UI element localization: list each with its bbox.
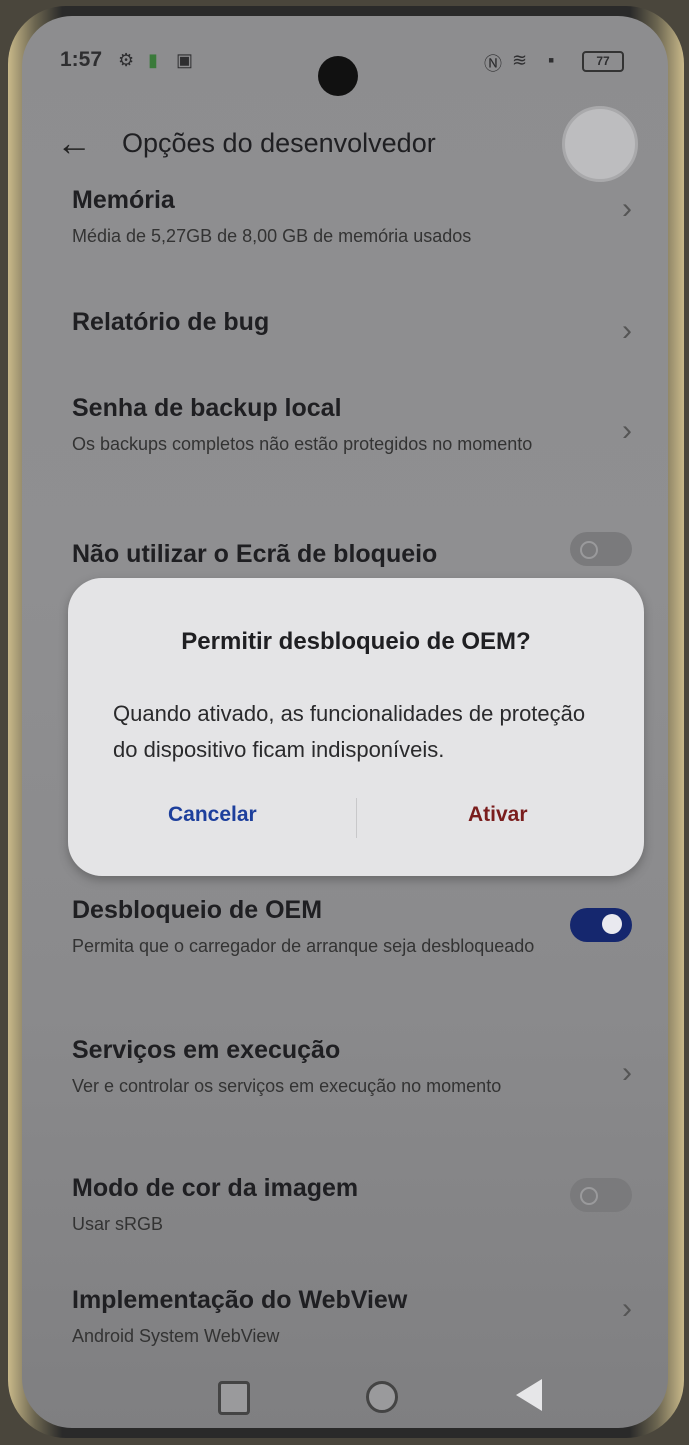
chevron-right-icon: › xyxy=(622,1056,632,1089)
setting-subtitle: Os backups completos não estão protegido… xyxy=(72,434,533,454)
setting-title: Desbloqueio de OEM xyxy=(72,896,323,924)
setting-webview[interactable]: Implementação do WebView Android System … xyxy=(72,1286,632,1350)
dialog-title: Permitir desbloqueio de OEM? xyxy=(181,628,531,655)
status-bar: 1:57 ⚙ ▮ ▣ Ⓝ ≋ ▪ 77 xyxy=(22,38,668,96)
dialog-divider xyxy=(356,798,357,838)
sim-icon: ▪ xyxy=(548,50,555,70)
color-mode-toggle[interactable] xyxy=(570,1178,632,1212)
setting-servicos-execucao[interactable]: Serviços em execução Ver e controlar os … xyxy=(72,1036,632,1100)
dialog-message: Quando ativado, as funcionalidades de pr… xyxy=(113,701,586,762)
setting-title: Modo de cor da imagem xyxy=(72,1174,359,1202)
confirm-button[interactable]: Ativar xyxy=(468,803,528,827)
nfc-icon: Ⓝ xyxy=(484,54,502,74)
status-time: 1:57 xyxy=(60,48,103,71)
wifi-icon: ≋ xyxy=(512,50,528,70)
chevron-right-icon: › xyxy=(622,314,632,347)
charging-icon: ▮ xyxy=(148,50,158,70)
setting-subtitle: Média de 5,27GB de 8,00 GB de memória us… xyxy=(72,226,472,246)
setting-senha-backup[interactable]: Senha de backup local Os backups complet… xyxy=(72,394,632,458)
avatar[interactable] xyxy=(562,106,638,182)
setting-subtitle: Usar sRGB xyxy=(72,1214,164,1234)
lockscreen-toggle[interactable] xyxy=(570,532,632,566)
page-title: Opções do desenvolvedor xyxy=(122,128,436,158)
setting-title: Serviços em execução xyxy=(72,1036,341,1064)
notification-icon: ▣ xyxy=(176,50,194,70)
chevron-right-icon: › xyxy=(622,414,632,447)
setting-title: Memória xyxy=(72,186,175,214)
setting-subtitle: Ver e controlar os serviços em execução … xyxy=(72,1076,502,1096)
setting-ecra-bloqueio[interactable]: Não utilizar o Ecrã de bloqueio xyxy=(72,532,632,569)
setting-desbloqueio-oem[interactable]: Desbloqueio de OEM Permita que o carrega… xyxy=(72,896,632,960)
recents-icon[interactable] xyxy=(218,1381,250,1415)
chevron-right-icon: › xyxy=(622,1292,632,1325)
oem-unlock-toggle[interactable] xyxy=(570,908,632,942)
setting-title: Relatório de bug xyxy=(72,308,270,336)
vpn-icon: ⚙ xyxy=(118,50,135,70)
oem-unlock-dialog: Permitir desbloqueio de OEM? Quando ativ… xyxy=(68,578,644,876)
setting-subtitle: Android System WebView xyxy=(72,1326,280,1346)
back-button[interactable]: ← xyxy=(52,116,96,170)
setting-modo-cor[interactable]: Modo de cor da imagem Usar sRGB xyxy=(72,1174,632,1238)
setting-title: Senha de backup local xyxy=(72,394,342,422)
nav-back-icon[interactable] xyxy=(516,1379,542,1411)
battery-icon: 77 xyxy=(582,51,624,72)
home-icon[interactable] xyxy=(366,1381,398,1413)
setting-title: Não utilizar o Ecrã de bloqueio xyxy=(72,540,438,568)
setting-relatorio-bug[interactable]: Relatório de bug › xyxy=(72,308,632,347)
setting-title: Implementação do WebView xyxy=(72,1286,408,1314)
chevron-right-icon: › xyxy=(622,192,632,225)
front-camera xyxy=(318,56,358,96)
setting-memoria[interactable]: Memória Média de 5,27GB de 8,00 GB de me… xyxy=(72,186,632,250)
cancel-button[interactable]: Cancelar xyxy=(168,803,257,827)
app-header: ← Opções do desenvolvedor xyxy=(22,106,668,182)
setting-subtitle: Permita que o carregador de arranque sej… xyxy=(72,936,535,956)
phone-screen: 1:57 ⚙ ▮ ▣ Ⓝ ≋ ▪ 77 ← Opções do desenvol… xyxy=(22,16,668,1428)
navigation-bar xyxy=(22,1371,668,1421)
